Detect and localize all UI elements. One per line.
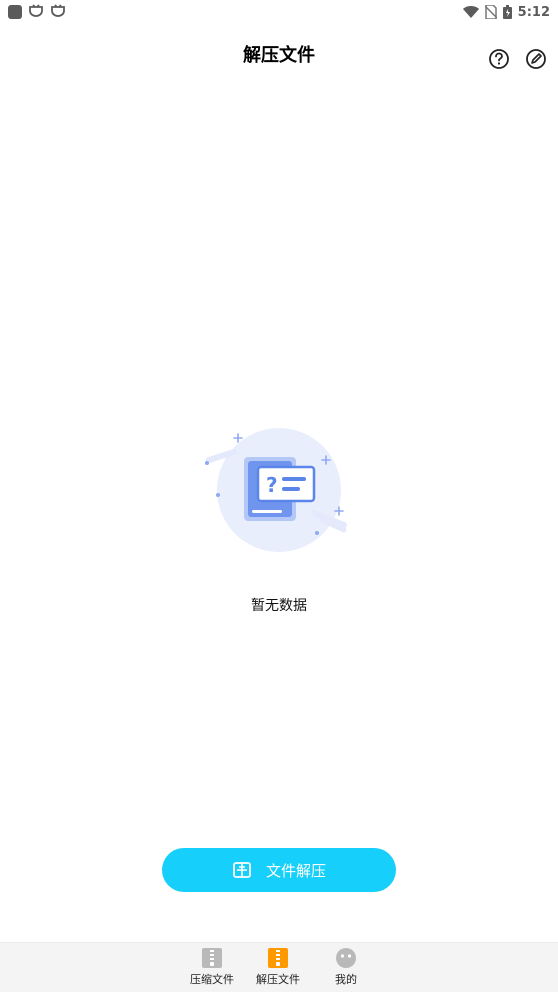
extract-icon bbox=[233, 862, 251, 878]
battery-icon bbox=[502, 5, 512, 19]
help-icon[interactable] bbox=[488, 48, 510, 70]
extract-button-label: 文件解压 bbox=[265, 861, 326, 880]
nav-item-compress[interactable]: 压缩文件 bbox=[182, 947, 242, 987]
profile-face-icon bbox=[336, 948, 356, 968]
svg-text:?: ? bbox=[266, 473, 278, 497]
extract-file-button[interactable]: 文件解压 bbox=[162, 848, 396, 892]
wifi-icon bbox=[462, 6, 479, 18]
unzip-file-icon bbox=[268, 948, 288, 968]
nav-label-mine: 我的 bbox=[335, 973, 357, 986]
page-title: 解压文件 bbox=[243, 45, 315, 66]
bug-icon bbox=[28, 3, 44, 21]
nav-label-extract: 解压文件 bbox=[256, 973, 300, 986]
bug-icon bbox=[50, 3, 66, 21]
empty-message: 暂无数据 bbox=[251, 598, 307, 614]
empty-file-icon: ? bbox=[205, 428, 347, 552]
nav-item-mine[interactable]: 我的 bbox=[316, 947, 376, 987]
zip-file-icon bbox=[202, 948, 222, 968]
status-bar-right: 5:12 bbox=[462, 4, 550, 20]
app-bar: 解压文件 bbox=[0, 24, 558, 88]
nav-label-compress: 压缩文件 bbox=[190, 973, 234, 986]
app-square-icon bbox=[8, 5, 22, 19]
empty-state: ? 暂无数据 bbox=[0, 425, 558, 615]
edit-icon[interactable] bbox=[525, 48, 547, 70]
bottom-nav: 压缩文件 解压文件 我的 bbox=[0, 942, 558, 992]
status-time: 5:12 bbox=[517, 4, 550, 20]
no-sim-icon bbox=[484, 5, 497, 19]
screen: 5:12 解压文件 ? 暂无数据 文件解压 压缩文件 解压文件 我的 bbox=[0, 0, 558, 992]
nav-item-extract[interactable]: 解压文件 bbox=[248, 947, 308, 987]
status-bar: 5:12 bbox=[0, 0, 558, 24]
status-bar-left bbox=[8, 3, 66, 21]
